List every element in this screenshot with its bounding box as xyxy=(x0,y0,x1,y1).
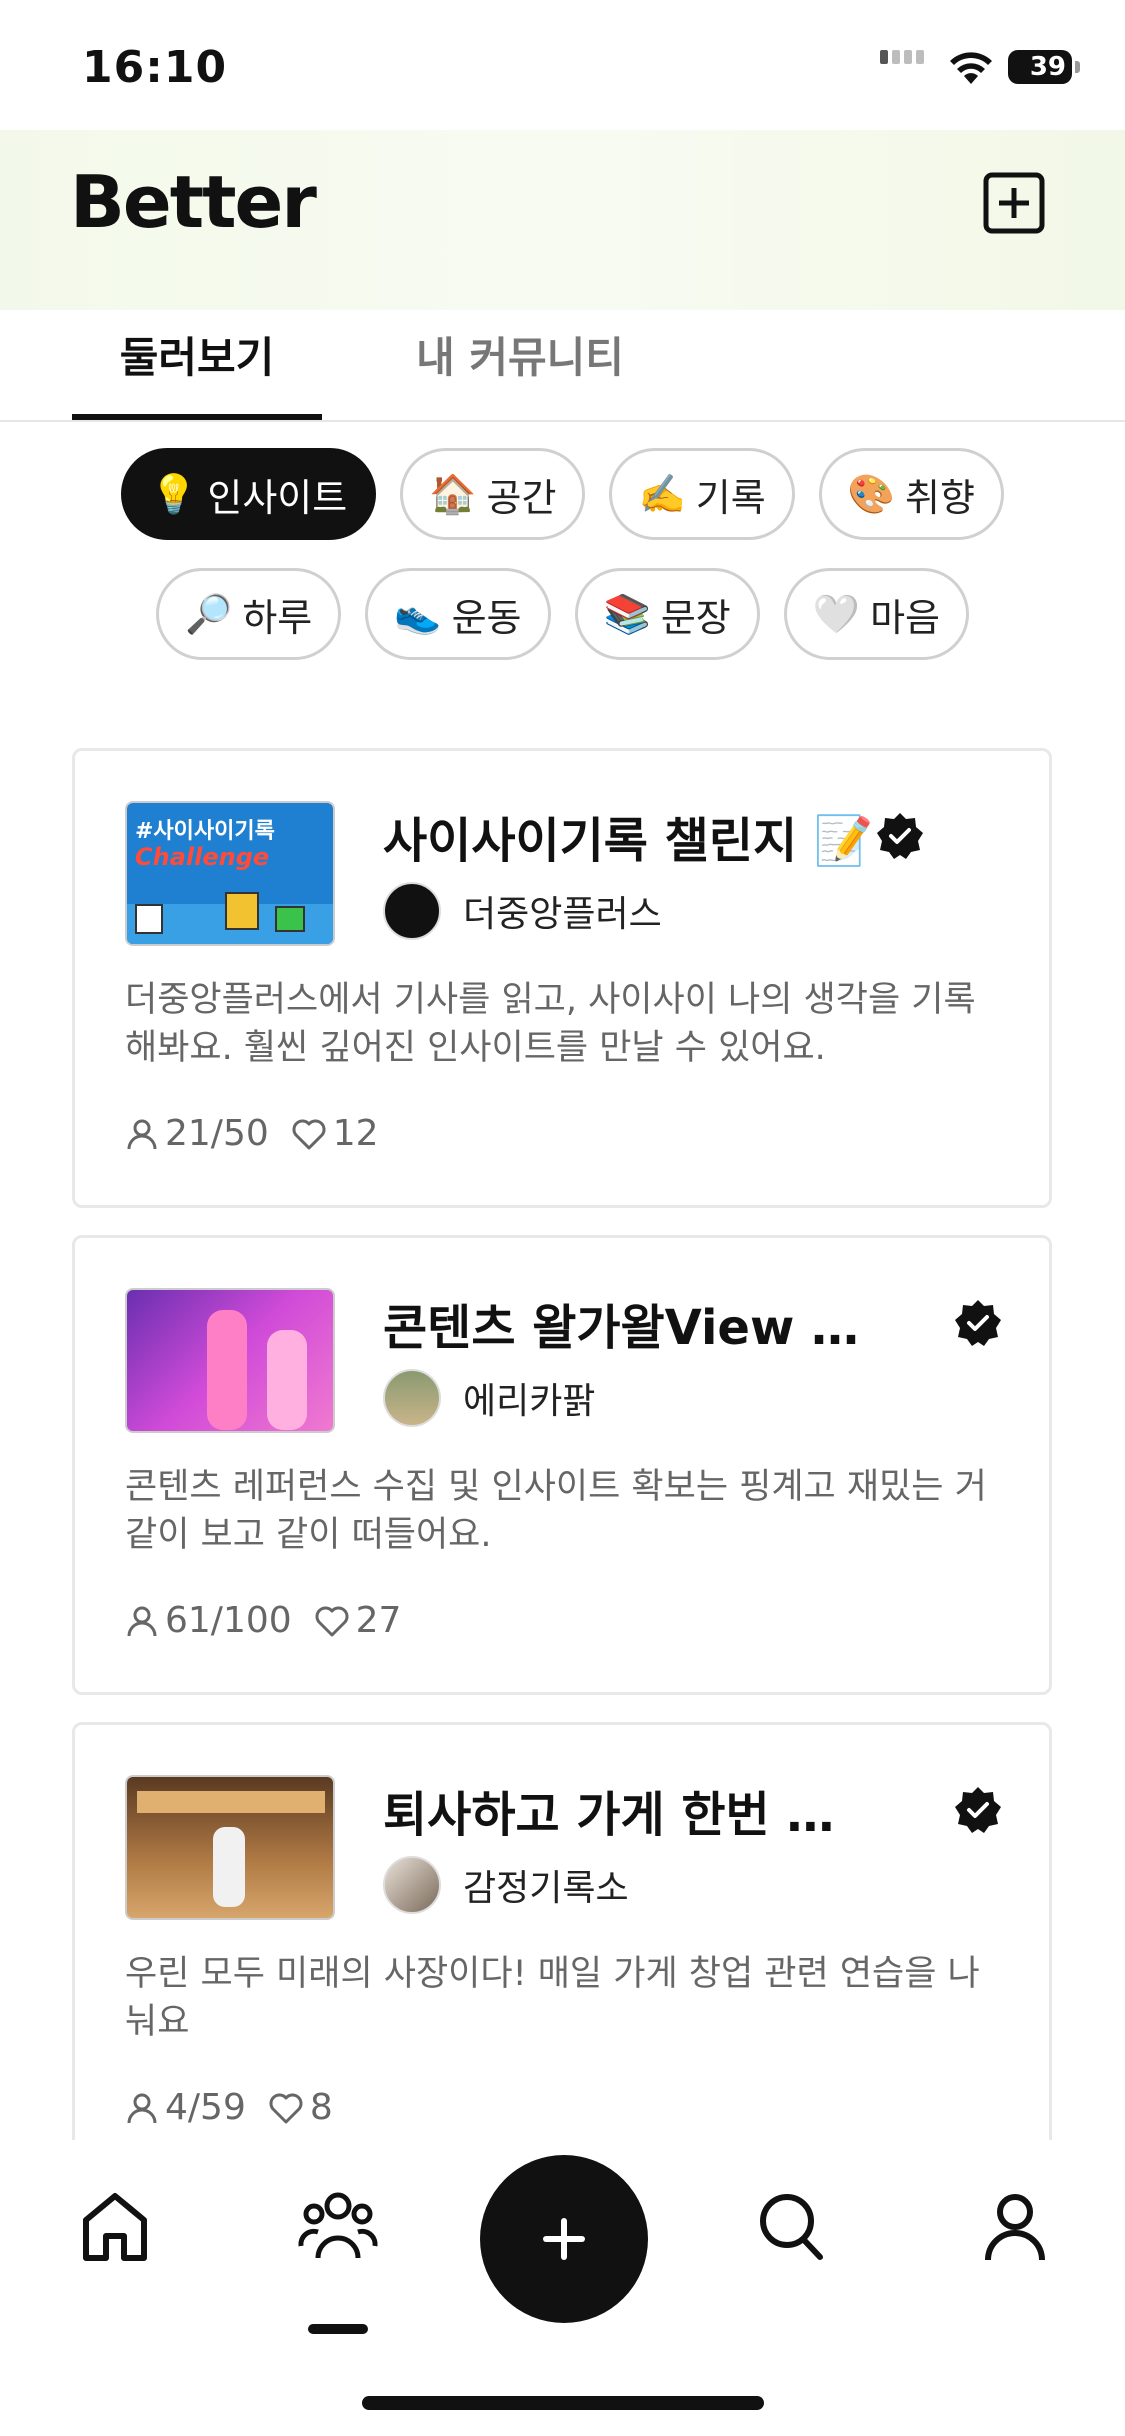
person-icon xyxy=(127,1119,157,1149)
community-card[interactable]: 퇴사하고 가게 한번 차려보자 감정기록소 우린 모두 미래의 사장이다! 매일… xyxy=(72,1722,1052,2182)
plus-icon xyxy=(543,2218,585,2260)
heart-icon[interactable] xyxy=(268,2091,304,2125)
home-icon[interactable] xyxy=(80,2190,150,2264)
sneaker-icon: 👟 xyxy=(394,591,442,636)
community-thumbnail: #사이사이기록 Challenge xyxy=(125,801,335,946)
bottom-navigation xyxy=(0,2140,1125,2436)
community-card[interactable]: 콘텐츠 왈가왈View 커뮤니티 에리카팕 콘텐츠 레퍼런스 수집 및 인사이트… xyxy=(72,1235,1052,1695)
owner-avatar xyxy=(383,882,441,940)
community-card[interactable]: #사이사이기록 Challenge 사이사이기록 챌린지 📝 더중앙플러스 더중… xyxy=(72,748,1052,1208)
profile-icon[interactable] xyxy=(980,2190,1050,2264)
person-icon xyxy=(127,1606,157,1636)
community-thumbnail xyxy=(125,1288,335,1433)
wifi-icon xyxy=(950,52,992,84)
tab-explore[interactable]: 둘러보기 xyxy=(72,324,322,420)
community-description: 우린 모두 미래의 사장이다! 매일 가게 창업 관련 연습을 나눠요 xyxy=(125,1954,980,2042)
community-title: 콘텐츠 왈가왈View 커뮤니티 xyxy=(383,1300,863,1356)
member-count: 4/59 xyxy=(165,2087,246,2128)
chip-exercise[interactable]: 👟 운동 xyxy=(365,568,551,660)
community-thumbnail xyxy=(125,1775,335,1920)
white-heart-icon: 🤍 xyxy=(812,591,861,636)
chip-taste[interactable]: 🎨 취향 xyxy=(818,448,1004,540)
owner-name: 감정기록소 xyxy=(463,1868,629,1909)
like-count: 12 xyxy=(332,1113,379,1154)
owner-avatar xyxy=(383,1856,441,1914)
community-stats: 21/50 12 xyxy=(125,1113,379,1154)
chip-record[interactable]: ✍️ 기록 xyxy=(609,448,795,540)
verified-badge-icon xyxy=(955,1300,1001,1346)
magnifier-icon: 🔎 xyxy=(185,591,233,636)
community-icon[interactable] xyxy=(298,2188,378,2264)
create-button[interactable] xyxy=(480,2155,648,2323)
chip-insight[interactable]: 💡 인사이트 xyxy=(121,448,377,540)
member-count: 61/100 xyxy=(165,1600,292,1641)
like-count: 8 xyxy=(309,2087,333,2128)
battery-level: 39 xyxy=(1029,52,1066,82)
lightbulb-icon: 💡 xyxy=(150,471,198,516)
person-icon xyxy=(127,2093,157,2123)
community-stats: 4/59 8 xyxy=(125,2087,333,2128)
community-owner: 에리카팕 xyxy=(383,1368,595,1428)
status-time: 16:10 xyxy=(82,42,228,93)
chip-space[interactable]: 🏠 공간 xyxy=(400,448,586,540)
home-indicator xyxy=(362,2396,764,2410)
like-count: 27 xyxy=(355,1600,402,1641)
house-icon: 🏠 xyxy=(429,471,477,516)
community-owner: 감정기록소 xyxy=(383,1855,629,1915)
owner-name: 에리카팕 xyxy=(463,1381,596,1422)
community-title: 사이사이기록 챌린지 📝 xyxy=(383,813,874,869)
verified-badge-icon xyxy=(877,813,923,859)
search-icon[interactable] xyxy=(756,2190,826,2264)
writing-hand-icon: ✍️ xyxy=(638,471,686,516)
battery-icon: 39 xyxy=(1008,50,1080,84)
active-tab-indicator xyxy=(308,2324,368,2334)
chip-day[interactable]: 🔎 하루 xyxy=(156,568,342,660)
community-description: 더중앙플러스에서 기사를 읽고, 사이사이 나의 생각을 기록해봐요. 훨씬 깊… xyxy=(125,980,976,1068)
chip-mind[interactable]: 🤍 마음 xyxy=(783,568,969,660)
status-bar: 16:10 39 xyxy=(0,0,1125,130)
owner-avatar xyxy=(383,1369,441,1427)
add-square-icon[interactable] xyxy=(983,172,1045,234)
books-icon: 📚 xyxy=(603,591,651,636)
palette-icon: 🎨 xyxy=(847,471,896,516)
chip-sentence[interactable]: 📚 문장 xyxy=(574,568,760,660)
community-owner: 더중앙플러스 xyxy=(383,881,662,941)
verified-badge-icon xyxy=(955,1787,1001,1833)
heart-icon[interactable] xyxy=(291,1117,327,1151)
owner-name: 더중앙플러스 xyxy=(463,894,662,935)
community-description: 콘텐츠 레퍼런스 수집 및 인사이트 확보는 핑계고 재밌는 거 같이 보고 같… xyxy=(125,1467,987,1555)
tab-bar: 둘러보기 내 커뮤니티 xyxy=(0,310,1125,422)
member-count: 21/50 xyxy=(165,1113,269,1154)
app-logo: Better xyxy=(70,160,317,244)
tab-my-community[interactable]: 내 커뮤니티 xyxy=(410,324,630,420)
community-stats: 61/100 27 xyxy=(125,1600,401,1641)
community-title: 퇴사하고 가게 한번 차려보자 xyxy=(383,1787,863,1843)
heart-icon[interactable] xyxy=(314,1604,350,1638)
